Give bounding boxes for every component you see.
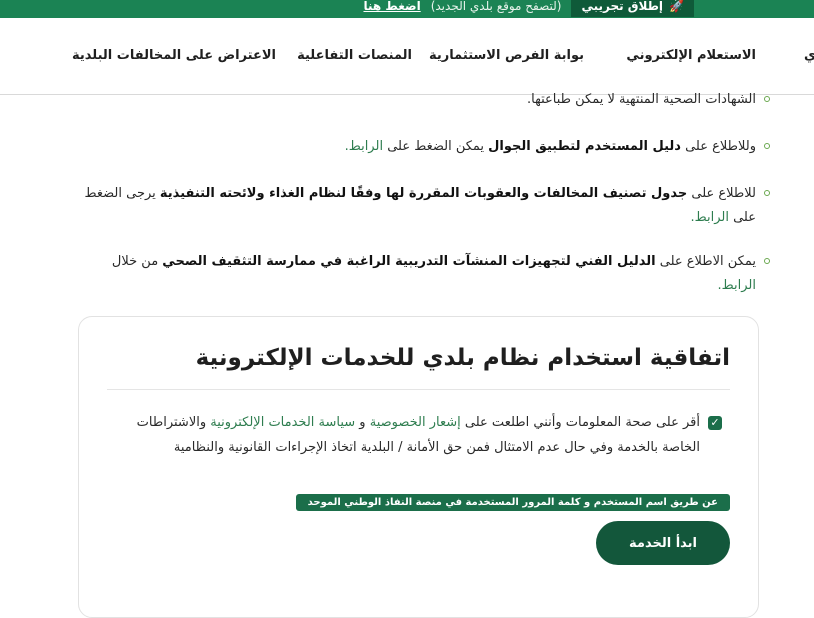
privacy-notice-link[interactable]: إشعار الخصوصية [370, 415, 461, 430]
bullet-icon [764, 143, 770, 149]
main-nav: الاستعلام الإلكتروني بوابة الفرص الاستثم… [0, 18, 814, 95]
bullet-text-bold: دليل المستخدم لتطبيق الجوال [488, 139, 681, 154]
announcement-notice: (لتصفح موقع بلدي الجديد) [430, 0, 562, 13]
bullet-icon [764, 96, 770, 102]
user-guide-link[interactable]: الرابط. [345, 139, 383, 154]
technical-guide-link[interactable]: الرابط. [718, 278, 756, 293]
agreement-checkbox[interactable]: ✓ [708, 416, 722, 430]
bullet-icon [764, 258, 770, 264]
agreement-and: و [355, 415, 370, 430]
bullet-icon [764, 190, 770, 196]
agreement-card: اتفاقية استخدام نظام بلدي للخدمات الإلكت… [78, 316, 759, 618]
announcement-bar: 🚀 إطلاق تجريبي (لتصفح موقع بلدي الجديد) … [0, 0, 814, 18]
bullet-text-post: يمكن الضغط على [383, 139, 489, 154]
bullet-text-pre: يمكن الاطلاع على [655, 254, 756, 269]
nav-item-cut-off[interactable]: ي [804, 48, 814, 63]
list-item: الشهادات الصحية المنتهية لا يمكن طباعتها… [76, 88, 770, 112]
bullet-text-bold: الدليل الفني لتجهيزات المنشآت التدريبية … [162, 254, 656, 269]
list-item: وللاطلاع على دليل المستخدم لتطبيق الجوال… [76, 135, 770, 159]
agreement-title: اتفاقية استخدام نظام بلدي للخدمات الإلكت… [195, 345, 730, 371]
agreement-text: أقر على صحة المعلومات وأنني اطلعت على إش… [135, 410, 700, 460]
list-item: يمكن الاطلاع على الدليل الفني لتجهيزات ا… [76, 250, 770, 298]
list-item: للاطلاع على جدول تصنيف المخالفات والعقوب… [81, 182, 770, 230]
bullet-text-post: من خلال [111, 254, 163, 269]
nav-item-investment-portal[interactable]: بوابة الفرص الاستثمارية [429, 48, 584, 63]
check-icon: ✓ [710, 416, 720, 429]
bullet-text-bold: جدول تصنيف المخالفات والعقوبات المقررة ل… [159, 186, 688, 201]
divider [107, 389, 730, 390]
announcement-content: 🚀 إطلاق تجريبي (لتصفح موقع بلدي الجديد) … [363, 0, 694, 18]
agreement-text-pre: أقر على صحة المعلومات وأنني اطلعت على [460, 415, 700, 430]
nav-item-violations-objection[interactable]: الاعتراض على المخالفات البلدية [72, 48, 276, 63]
bullet-text-pre: للاطلاع على [687, 186, 756, 201]
announcement-link[interactable]: اضغط هنا [363, 0, 420, 13]
start-service-button[interactable]: ابدأ الخدمة [596, 521, 730, 565]
beta-label: إطلاق تجريبي [581, 0, 664, 13]
nav-item-e-inquiry[interactable]: الاستعلام الإلكتروني [626, 48, 756, 63]
bullet-text-pre: وللاطلاع على [680, 139, 756, 154]
nav-item-interactive-platforms[interactable]: المنصات التفاعلية [297, 48, 412, 63]
bullet-text: الشهادات الصحية المنتهية لا يمكن طباعتها… [527, 92, 756, 107]
rocket-icon: 🚀 [669, 0, 684, 13]
nafath-badge: عن طريق اسم المستخدم و كلمة المرور المست… [295, 494, 730, 511]
e-services-policy-link[interactable]: سياسة الخدمات الإلكترونية [210, 415, 355, 430]
beta-badge: 🚀 إطلاق تجريبي [571, 0, 694, 17]
violations-table-link[interactable]: الرابط. [691, 210, 729, 225]
